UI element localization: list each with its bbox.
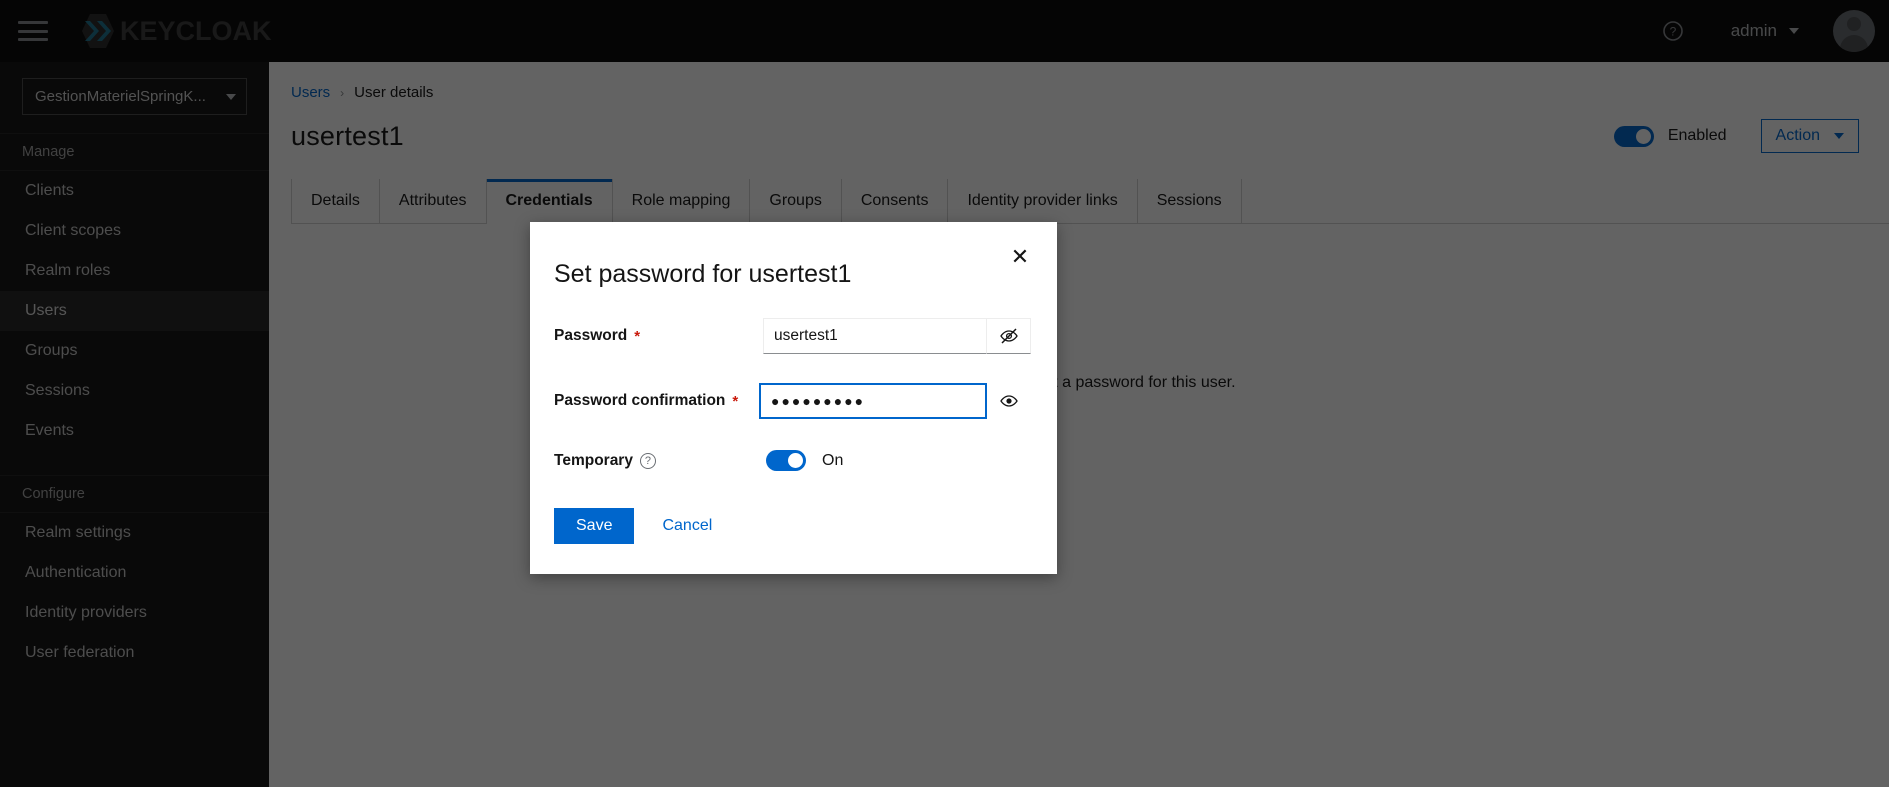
password-confirmation-input-group xyxy=(759,383,1031,419)
keycloak-admin-console: KEYCLOAK ? admin GestionMaterielSpringK.… xyxy=(0,0,1889,787)
temporary-state-label: On xyxy=(822,452,843,470)
close-icon[interactable]: ✕ xyxy=(1003,240,1037,274)
temporary-row: Temporary ? On xyxy=(554,450,1031,471)
password-confirmation-field-row: Password confirmation * xyxy=(554,383,1031,419)
password-label: Password * xyxy=(554,327,763,345)
password-confirmation-label: Password confirmation * xyxy=(554,392,759,410)
password-input-group xyxy=(763,318,1031,354)
temporary-label: Temporary ? xyxy=(554,452,766,470)
modal-actions: Save Cancel xyxy=(554,508,1031,544)
save-button[interactable]: Save xyxy=(554,508,634,544)
set-password-modal: Set password for usertest1 ✕ Password * xyxy=(530,222,1057,574)
modal-title: Set password for usertest1 xyxy=(554,248,1031,289)
password-confirmation-label-text: Password confirmation xyxy=(554,392,725,410)
password-label-text: Password xyxy=(554,327,627,345)
password-input[interactable] xyxy=(763,318,987,354)
cancel-button[interactable]: Cancel xyxy=(648,508,726,544)
help-circle-icon[interactable]: ? xyxy=(640,453,656,469)
temporary-label-text: Temporary xyxy=(554,452,633,470)
eye-slash-icon[interactable] xyxy=(987,318,1031,354)
temporary-toggle[interactable] xyxy=(766,450,806,471)
password-confirmation-input[interactable] xyxy=(759,383,987,419)
required-marker: * xyxy=(732,393,738,410)
eye-icon[interactable] xyxy=(987,383,1031,419)
password-field-row: Password * xyxy=(554,318,1031,354)
required-marker: * xyxy=(634,328,640,345)
